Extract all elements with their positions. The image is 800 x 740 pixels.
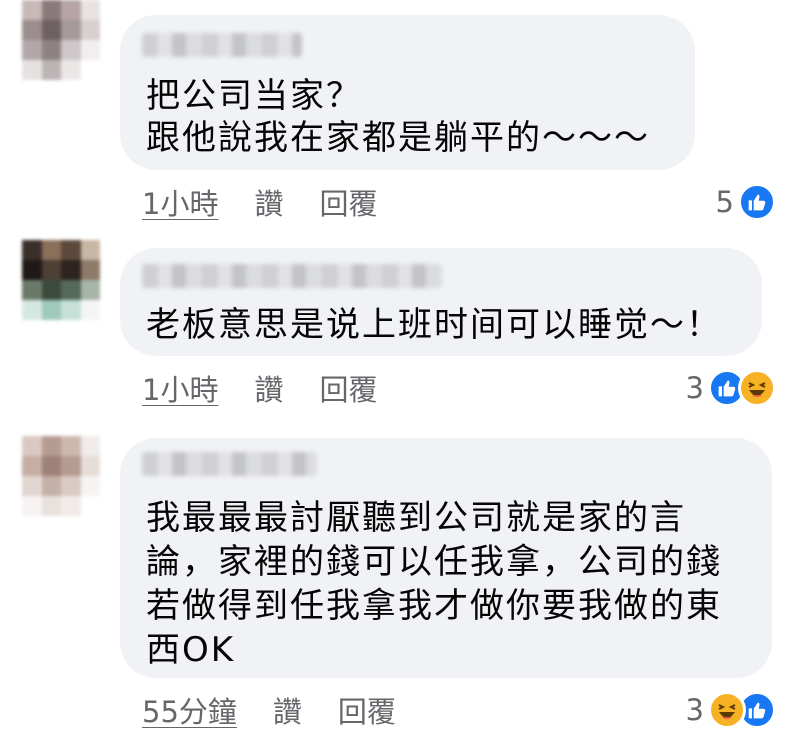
like-button[interactable]: 讚 <box>273 689 302 731</box>
comment-actions: 1小時 讚 回覆 <box>142 182 377 222</box>
reaction-summary[interactable]: 3 <box>686 690 776 730</box>
comment-text: 把公司当家？ 跟他說我在家都是躺平的～～～ <box>146 76 650 158</box>
avatar[interactable] <box>22 436 100 516</box>
commenter-name-blurred[interactable] <box>142 264 442 288</box>
comment-2: 老板意思是说上班时间可以睡觉～！ 1小時 讚 回覆 3 <box>0 236 800 426</box>
haha-icon <box>708 691 746 729</box>
comment-actions: 55分鐘 讚 回覆 <box>142 690 396 730</box>
comment-bubble: 老板意思是说上班时间可以睡觉～！ <box>120 248 762 356</box>
comment-text: 老板意思是说上班时间可以睡觉～！ <box>146 305 722 345</box>
comment-text: 我最最最討厭聽到公司就是家的言 論，家裡的錢可以任我拿，公司的錢 若做得到任我拿… <box>146 498 722 670</box>
reply-button[interactable]: 回覆 <box>319 181 377 223</box>
timestamp-link[interactable]: 1小時 <box>142 367 218 409</box>
reaction-summary[interactable]: 5 <box>716 182 776 222</box>
timestamp-link[interactable]: 1小時 <box>142 181 218 223</box>
reaction-count: 3 <box>685 371 704 405</box>
comment-actions: 1小時 讚 回覆 <box>142 368 377 408</box>
reply-button[interactable]: 回覆 <box>338 689 396 731</box>
like-button[interactable]: 讚 <box>254 181 283 223</box>
comment-bubble: 我最最最討厭聽到公司就是家的言 論，家裡的錢可以任我拿，公司的錢 若做得到任我拿… <box>120 438 772 678</box>
haha-icon <box>738 369 776 407</box>
comment-3: 我最最最討厭聽到公司就是家的言 論，家裡的錢可以任我拿，公司的錢 若做得到任我拿… <box>0 430 800 740</box>
like-icon <box>738 183 776 221</box>
comment-bubble: 把公司当家？ 跟他說我在家都是躺平的～～～ <box>120 15 695 170</box>
reply-button[interactable]: 回覆 <box>319 367 377 409</box>
commenter-name-blurred[interactable] <box>142 33 302 57</box>
reaction-count: 3 <box>685 693 704 727</box>
timestamp-link[interactable]: 55分鐘 <box>142 689 237 731</box>
comment-1: 把公司当家？ 跟他說我在家都是躺平的～～～ 1小時 讚 回覆 5 <box>0 0 800 230</box>
avatar[interactable] <box>22 0 100 80</box>
avatar[interactable] <box>22 240 100 320</box>
reaction-count: 5 <box>715 185 734 219</box>
commenter-name-blurred[interactable] <box>142 452 317 476</box>
reaction-summary[interactable]: 3 <box>686 368 776 408</box>
like-button[interactable]: 讚 <box>254 367 283 409</box>
